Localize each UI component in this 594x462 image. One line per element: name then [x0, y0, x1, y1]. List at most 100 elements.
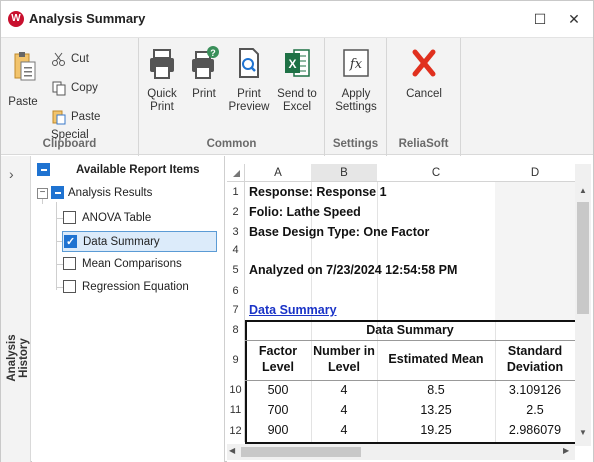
- row-header[interactable]: 11: [227, 400, 245, 420]
- scroll-left-icon[interactable]: ◀: [229, 446, 235, 455]
- table-cell: 4: [340, 403, 348, 417]
- anova-table-checkbox[interactable]: [63, 211, 76, 224]
- header-line: Standard: [507, 344, 563, 358]
- mean-comparisons-checkbox[interactable]: [63, 257, 76, 270]
- print-preview-label-2: Preview: [228, 101, 270, 113]
- tree-item-label: Data Summary: [83, 236, 160, 248]
- row-header[interactable]: 12: [227, 420, 245, 442]
- function-icon: fx: [341, 44, 371, 82]
- send-to-excel-label-1: Send to: [277, 88, 317, 100]
- regression-equation-checkbox[interactable]: [63, 280, 76, 293]
- row-header[interactable]: 1: [227, 182, 245, 202]
- scroll-down-icon[interactable]: ▼: [575, 428, 591, 437]
- row-header[interactable]: 2: [227, 202, 245, 222]
- apply-settings-label-1: Apply: [341, 88, 371, 100]
- expand-chevron-icon[interactable]: ›: [9, 166, 14, 182]
- row-header[interactable]: 7: [227, 300, 245, 320]
- print-preview-icon: [234, 44, 264, 82]
- row-header[interactable]: 5: [227, 258, 245, 282]
- collapse-expander-icon[interactable]: −: [37, 188, 48, 199]
- table-cell: 500: [267, 383, 289, 397]
- apply-settings-button[interactable]: fx Apply Settings: [333, 44, 379, 114]
- clipboard-group: Paste Cut Copy Paste Special Clipboard: [1, 38, 139, 156]
- header-line: Number in: [313, 344, 375, 358]
- paste-label: Paste: [8, 96, 38, 108]
- data-summary-checkbox[interactable]: [64, 232, 77, 252]
- print-preview-label-1: Print: [237, 88, 261, 100]
- row-header[interactable]: 3: [227, 222, 245, 242]
- paste-button[interactable]: Paste: [5, 44, 41, 109]
- quick-print-label-1: Quick: [147, 88, 177, 100]
- print-label: Print: [192, 88, 216, 100]
- quick-print-button[interactable]: Quick Print: [143, 44, 181, 114]
- tree-group-row[interactable]: − Analysis Results: [36, 183, 222, 203]
- row-header[interactable]: 4: [227, 242, 245, 258]
- header-standard-deviation: Standard Deviation: [495, 343, 575, 375]
- settings-group: fx Apply Settings Settings: [325, 38, 387, 156]
- send-to-excel-button[interactable]: X Send to Excel: [275, 44, 319, 114]
- tree-item-label: Mean Comparisons: [82, 258, 182, 270]
- paste-special-button[interactable]: Paste Special: [51, 108, 138, 141]
- reliasoft-group: Cancel ReliaSoft: [387, 38, 461, 156]
- app-logo-icon: W: [8, 11, 24, 27]
- cancel-button[interactable]: Cancel: [401, 44, 447, 101]
- printer-icon: [147, 44, 177, 82]
- header-line: Deviation: [506, 360, 564, 374]
- horizontal-scroll-thumb[interactable]: [241, 447, 361, 457]
- print-preview-button[interactable]: Print Preview: [227, 44, 271, 114]
- scroll-right-icon[interactable]: ▶: [563, 446, 569, 455]
- print-button[interactable]: ? Print: [185, 44, 223, 101]
- tree-item-regression-equation[interactable]: Regression Equation: [62, 277, 218, 297]
- root-partial-checkbox[interactable]: [37, 163, 50, 176]
- quick-print-label-2: Print: [150, 101, 174, 113]
- column-header-d[interactable]: D: [495, 164, 575, 182]
- header-line: Level: [262, 360, 294, 374]
- row-header[interactable]: 9: [227, 340, 245, 380]
- row-header[interactable]: 8: [227, 320, 245, 340]
- clipboard-group-label: Clipboard: [42, 138, 97, 150]
- column-header-a[interactable]: A: [245, 164, 311, 182]
- vertical-scroll-thumb[interactable]: [577, 202, 589, 314]
- maximize-button[interactable]: ☐: [530, 9, 550, 29]
- window-title: Analysis Summary: [29, 11, 146, 26]
- copy-button[interactable]: Copy: [51, 79, 98, 97]
- report-spreadsheet[interactable]: A B C D 1 2 3 4 5 6 7 8 9 10 11 12 Respo…: [227, 156, 593, 462]
- close-window-button[interactable]: ✕: [564, 9, 584, 29]
- row-header[interactable]: 10: [227, 380, 245, 400]
- tree-item-anova-table[interactable]: ANOVA Table: [62, 208, 218, 228]
- tree-item-mean-comparisons[interactable]: Mean Comparisons: [62, 254, 218, 274]
- copy-icon: [51, 80, 67, 96]
- table-cell: 2.986079: [508, 423, 562, 437]
- table-cell: 4: [340, 383, 348, 397]
- row-header[interactable]: 6: [227, 282, 245, 300]
- scissors-icon: [51, 51, 67, 67]
- scroll-up-icon[interactable]: ▲: [575, 186, 591, 195]
- apply-settings-label-2: Settings: [335, 101, 377, 113]
- tree-item-data-summary[interactable]: Data Summary: [62, 231, 217, 252]
- title-bar: W Analysis Summary ☐ ✕: [1, 1, 593, 37]
- select-all-corner[interactable]: [227, 164, 245, 182]
- tree-item-label: ANOVA Table: [82, 212, 152, 224]
- analysis-history-panel[interactable]: › Analysis History: [1, 156, 31, 462]
- cancel-x-icon: [409, 44, 439, 82]
- header-number-in-level: Number in Level: [311, 343, 377, 375]
- copy-label: Copy: [71, 82, 98, 94]
- ribbon: Paste Cut Copy Paste Special Clipboard Q…: [1, 37, 593, 156]
- folio-line: Folio: Lathe Speed: [249, 205, 361, 219]
- table-cell: 2.5: [526, 403, 544, 417]
- horizontal-scrollbar[interactable]: ◀ ▶: [227, 444, 575, 460]
- column-header-b[interactable]: B: [311, 164, 377, 182]
- common-group-label: Common: [206, 138, 257, 150]
- vertical-scrollbar[interactable]: ▲ ▼: [575, 164, 591, 446]
- column-header-c[interactable]: C: [377, 164, 495, 182]
- table-cell: 8.5: [427, 383, 445, 397]
- tree-root-row[interactable]: Available Report Items: [36, 160, 222, 180]
- cut-button[interactable]: Cut: [51, 50, 89, 68]
- group-partial-checkbox[interactable]: [51, 186, 64, 199]
- svg-text:X: X: [288, 57, 296, 71]
- header-line: Factor: [258, 344, 298, 358]
- table-cell: 700: [267, 403, 289, 417]
- data-summary-link[interactable]: Data Summary: [249, 303, 337, 317]
- send-to-excel-label-2: Excel: [282, 101, 312, 113]
- header-line: Level: [328, 360, 360, 374]
